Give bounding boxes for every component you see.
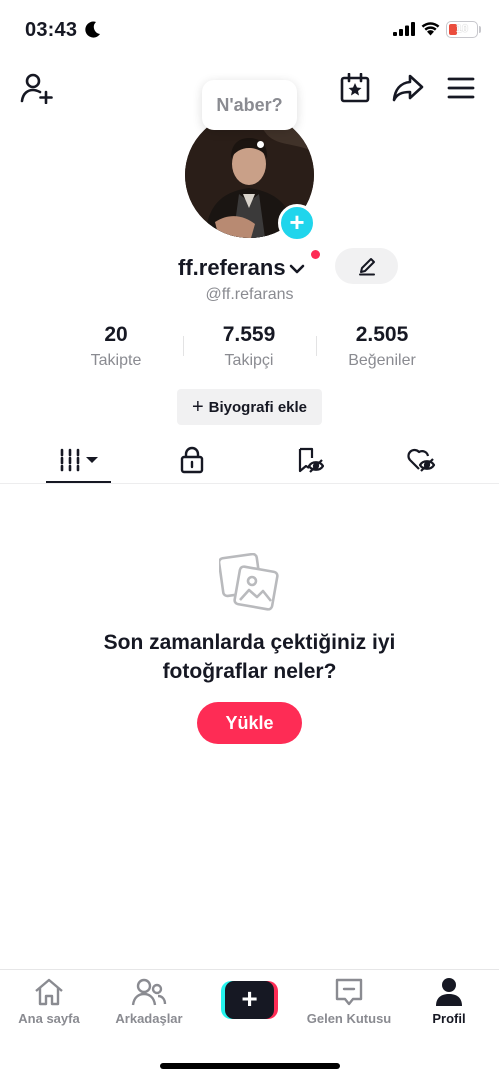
notification-dot [311, 250, 320, 259]
photos-icon [219, 553, 279, 611]
stat-divider [183, 336, 184, 356]
wifi-icon [421, 22, 440, 36]
nav-home[interactable]: Ana sayfa [4, 977, 94, 1026]
moon-icon [85, 21, 100, 38]
battery-tip [479, 26, 481, 33]
username: ff.referans [178, 255, 286, 280]
likes-stat[interactable]: 2.505 Beğeniler [322, 322, 442, 370]
home-indicator [160, 1063, 340, 1069]
plus-icon: + [289, 207, 305, 237]
calendar-star-icon [340, 73, 370, 103]
nav-home-label: Ana sayfa [18, 1011, 80, 1026]
share-icon [392, 74, 424, 102]
nav-friends[interactable]: Arkadaşlar [104, 977, 194, 1026]
status-time: 03:43 [25, 19, 78, 41]
bubble-text: N'aber? [216, 94, 283, 115]
account-switcher[interactable]: ff.referans [178, 253, 306, 283]
tab-videos[interactable] [46, 440, 111, 480]
following-count: 20 [104, 323, 128, 346]
lock-icon [180, 446, 204, 474]
grid-icon [60, 448, 98, 472]
inbox-icon [335, 978, 363, 1006]
menu-button[interactable] [443, 70, 479, 106]
tab-reposts[interactable] [288, 440, 332, 480]
stat-divider [316, 336, 317, 356]
following-label: Takipte [90, 352, 142, 369]
menu-icon [447, 77, 475, 99]
signal-icon [393, 22, 415, 36]
heart-eye-icon [407, 448, 436, 472]
empty-state-title-text: Son zamanlarda çektiğiniz iyi fotoğrafla… [103, 631, 396, 683]
bubble-tail [257, 141, 264, 148]
repost-eye-icon [298, 447, 324, 473]
tab-private[interactable] [170, 440, 214, 480]
battery-percent: 10 [455, 23, 469, 35]
home-icon [35, 978, 63, 1006]
nav-inbox[interactable]: Gelen Kutusu [304, 977, 394, 1026]
likes-label: Beğeniler [348, 352, 416, 369]
create-button-core: + [225, 981, 274, 1019]
edit-profile-button[interactable] [335, 248, 398, 284]
plus-icon: + [241, 983, 258, 1014]
user-handle: @ff.refarans [205, 286, 294, 303]
upload-button[interactable]: Yükle [197, 702, 302, 744]
nav-friends-label: Arkadaşlar [115, 1011, 183, 1026]
friends-icon [131, 978, 167, 1006]
likes-count: 2.505 [355, 323, 409, 346]
nav-inbox-label: Gelen Kutusu [306, 1011, 392, 1026]
create-button[interactable]: + [221, 981, 278, 1019]
plus-icon: + [191, 396, 204, 418]
empty-state-title: Son zamanlarda çektiğiniz iyi fotoğrafla… [0, 628, 499, 686]
pencil-icon [358, 258, 375, 276]
nav-profile-label: Profil [432, 1011, 466, 1026]
tab-liked[interactable] [399, 440, 443, 480]
add-bio-label: Biyografi ekle [208, 398, 308, 416]
add-photo-button[interactable]: + [278, 204, 316, 242]
nav-profile[interactable]: Profil [404, 977, 494, 1026]
calendar-button[interactable] [337, 70, 373, 106]
add-user-icon [20, 73, 53, 104]
followers-stat[interactable]: 7.559 Takipçi [189, 322, 309, 370]
chevron-down-icon [289, 264, 304, 274]
add-bio-button[interactable]: + Biyografi ekle [177, 389, 322, 425]
add-friend-button[interactable] [18, 70, 56, 106]
status-bar: 03:43 10 [0, 0, 499, 60]
battery-icon: 10 [446, 21, 478, 38]
following-stat[interactable]: 20 Takipte [56, 322, 176, 370]
profile-icon [436, 978, 462, 1006]
followers-count: 7.559 [222, 323, 276, 346]
status-bubble[interactable]: N'aber? [202, 80, 297, 130]
share-button[interactable] [390, 70, 426, 106]
tabs-divider [0, 483, 499, 484]
followers-label: Takipçi [224, 352, 274, 369]
